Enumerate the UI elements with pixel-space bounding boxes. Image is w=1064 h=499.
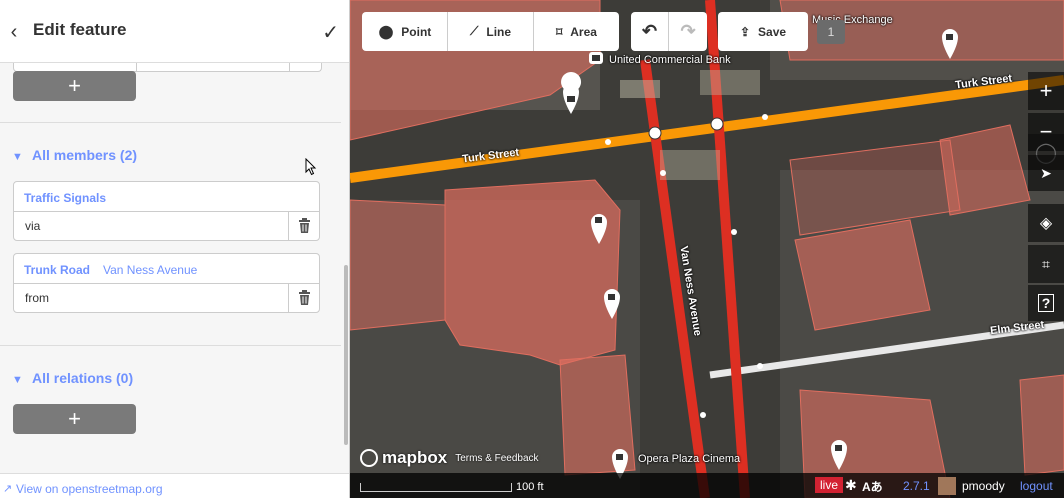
map-data-button[interactable]: ⌗	[1028, 245, 1064, 283]
map-canvas[interactable]: United Commercial Bank Music Exchange Tu…	[350, 0, 1064, 498]
terms-feedback-link[interactable]: Terms & Feedback	[455, 453, 538, 464]
divider	[0, 122, 341, 123]
sidebar-body: + ▼ All members (2) Traffic Signals via T…	[0, 63, 349, 473]
map-footer: 100 ft live ✱ Aあ 2.7.1 pmoody logout	[350, 473, 1064, 498]
trash-icon	[299, 218, 310, 233]
add-line-button[interactable]: ⟋ Line	[448, 12, 533, 51]
view-on-osm-link[interactable]: View on openstreetmap.org	[16, 482, 163, 496]
sidebar-footer: ↗ View on openstreetmap.org	[0, 473, 349, 499]
delete-member-button[interactable]	[288, 211, 319, 240]
trash-icon	[299, 290, 310, 305]
member-role-input[interactable]: via	[14, 211, 289, 240]
geolocate-button[interactable]: ➤	[1028, 155, 1064, 191]
undo-button[interactable]: ↶	[631, 12, 668, 51]
member-item: Trunk Road Van Ness Avenue from	[13, 253, 320, 313]
back-icon[interactable]: ‹	[6, 22, 22, 42]
mapbox-attribution: mapbox Terms & Feedback	[360, 448, 539, 468]
undo-icon: ↶	[641, 21, 658, 41]
opera-plaza-cinema-label: Opera Plaza Cinema	[638, 453, 741, 465]
user-name-link[interactable]: pmoody	[962, 479, 1005, 493]
all-relations-toggle[interactable]: ▼ All relations (0)	[12, 370, 133, 386]
member-type-link[interactable]: Traffic Signals	[24, 191, 106, 205]
done-checkmark-icon[interactable]: ✓	[322, 20, 339, 45]
member-type-link[interactable]: Trunk Road	[24, 263, 90, 277]
help-icon: ?	[1037, 294, 1055, 312]
location-arrow-icon: ➤	[1040, 164, 1052, 181]
add-tag-button[interactable]: +	[13, 71, 136, 101]
mapbox-logo: mapbox	[382, 448, 448, 467]
chevron-down-icon: ▼	[12, 151, 23, 163]
save-label: Save	[758, 24, 787, 39]
chevron-down-icon: ▼	[12, 374, 23, 386]
sidebar: ‹ Edit feature ✓ + ▼ All members (2) Traf…	[0, 0, 350, 499]
all-relations-label: All relations (0)	[32, 370, 134, 386]
all-members-label: All members (2)	[32, 147, 138, 163]
member-role-input[interactable]: from	[14, 283, 289, 312]
member-item: Traffic Signals via	[13, 181, 320, 241]
sidebar-scrollbar[interactable]	[344, 265, 348, 445]
live-badge: live	[815, 477, 844, 493]
scale-bar	[360, 483, 512, 492]
redo-button[interactable]: ↷	[669, 12, 707, 51]
layers-icon: ◈	[1039, 215, 1053, 232]
map-imagery	[350, 0, 1064, 498]
bug-report-icon[interactable]: ✱	[845, 477, 857, 494]
line-icon: ⟋	[469, 24, 479, 38]
scale-label: 100 ft	[516, 481, 544, 493]
area-icon: ⌑	[556, 24, 563, 39]
edit-count-badge: 1	[817, 20, 845, 44]
help-button[interactable]: ?	[1028, 285, 1064, 321]
all-members-toggle[interactable]: ▼ All members (2)	[12, 147, 137, 163]
member-name: Van Ness Avenue	[103, 263, 198, 277]
poi-pin-bank-icon	[589, 52, 603, 64]
add-area-label: Area	[570, 24, 597, 39]
bank-label: United Commercial Bank	[609, 54, 731, 66]
add-point-label: Point	[401, 24, 432, 39]
map-data-icon: ⌗	[1042, 255, 1050, 272]
language-toggle[interactable]: Aあ	[862, 478, 883, 495]
plus-icon: +	[1039, 78, 1053, 103]
background-layers-button[interactable]: ◈	[1028, 204, 1064, 242]
add-area-button[interactable]: ⌑ Area	[534, 12, 619, 51]
upload-icon: ⇪	[739, 24, 751, 39]
redo-icon: ↷	[680, 21, 696, 41]
external-link-icon: ↗	[3, 483, 13, 495]
version-link[interactable]: 2.7.1	[903, 479, 930, 493]
add-line-label: Line	[486, 24, 512, 39]
sidebar-header: ‹ Edit feature ✓	[0, 0, 349, 63]
page-title: Edit feature	[33, 20, 127, 39]
delete-member-button[interactable]	[288, 283, 319, 312]
mouse-cursor-icon	[305, 158, 317, 176]
add-relation-button[interactable]: +	[13, 404, 136, 434]
add-point-button[interactable]: ⬤ Point	[362, 12, 448, 51]
zoom-in-button[interactable]: +	[1028, 72, 1064, 110]
save-button[interactable]: ⇪ Save	[718, 12, 808, 51]
mapbox-logo-icon	[360, 449, 378, 467]
point-icon: ⬤	[378, 23, 394, 39]
divider	[0, 345, 341, 346]
avatar	[938, 477, 956, 495]
logout-link[interactable]: logout	[1020, 479, 1053, 493]
